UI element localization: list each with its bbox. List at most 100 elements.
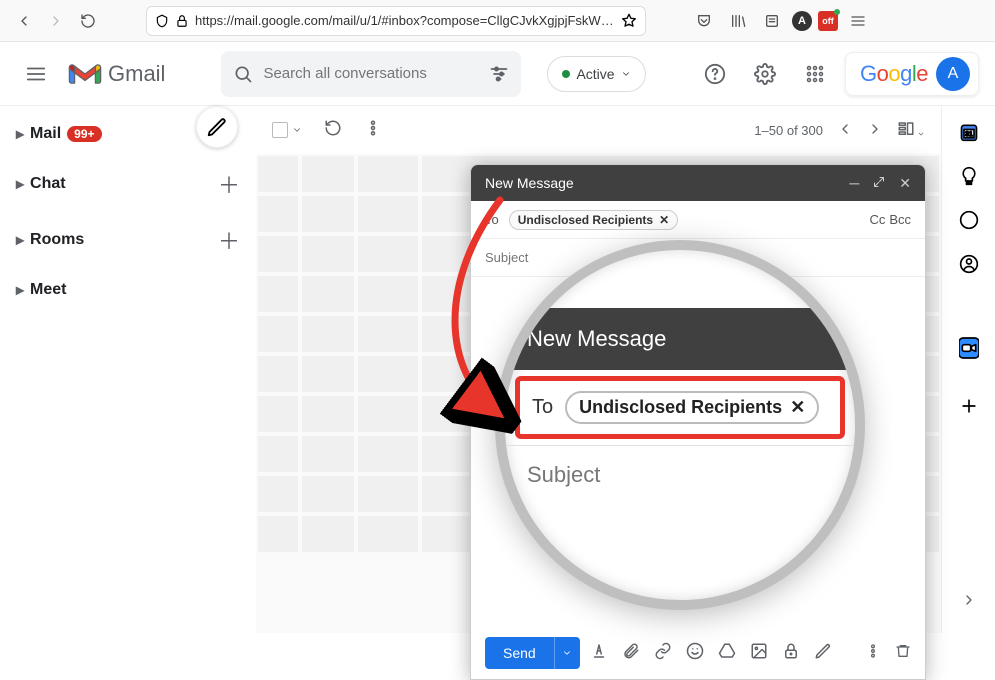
browser-toolbar: https://mail.google.com/mail/u/1/#inbox?… xyxy=(0,0,995,42)
search-box[interactable] xyxy=(221,51,521,97)
discard-icon[interactable] xyxy=(895,643,911,664)
expand-icon[interactable] xyxy=(873,175,885,192)
add-addon-button[interactable] xyxy=(959,396,979,416)
send-more-icon[interactable] xyxy=(554,637,580,669)
sidebar-item-meet[interactable]: ▸ Meet xyxy=(8,274,248,306)
library-icon[interactable] xyxy=(724,7,752,35)
keep-icon[interactable] xyxy=(959,166,979,186)
gmail-logo[interactable]: Gmail xyxy=(68,61,165,87)
sidebar-item-label: Rooms xyxy=(30,231,84,249)
forward-button[interactable] xyxy=(42,7,70,35)
zoom-addon-icon[interactable] xyxy=(959,338,979,358)
extension-badge[interactable]: off xyxy=(818,11,838,31)
emoji-icon[interactable] xyxy=(686,642,704,665)
main-menu-button[interactable] xyxy=(16,54,56,94)
collapse-panel-icon[interactable] xyxy=(961,592,977,613)
caret-icon: ▸ xyxy=(16,124,24,144)
sidebar-item-chat[interactable]: ▸ Chat ＋ xyxy=(8,162,248,206)
bcc-button[interactable]: Bcc xyxy=(889,212,911,227)
send-button[interactable]: Send xyxy=(485,637,580,669)
sidebar-item-label: Mail xyxy=(30,125,61,143)
drive-icon[interactable] xyxy=(718,642,736,665)
app-menu-button[interactable] xyxy=(844,7,872,35)
sidebar-item-label: Chat xyxy=(30,175,66,193)
side-panel: 31 xyxy=(941,106,995,633)
google-account-box[interactable]: Google A xyxy=(845,52,979,96)
address-bar[interactable]: https://mail.google.com/mail/u/1/#inbox?… xyxy=(146,6,646,36)
gmail-brand-text: Gmail xyxy=(108,61,165,87)
magnifier-overlay: New Message To Undisclosed Recipients ✕ … xyxy=(495,240,865,610)
checkbox-icon xyxy=(272,122,288,138)
pencil-icon xyxy=(206,116,228,138)
send-label: Send xyxy=(485,637,554,669)
close-icon[interactable]: ✕ xyxy=(899,175,911,192)
gmail-header: Gmail Active Google A xyxy=(0,42,995,106)
tasks-icon[interactable] xyxy=(959,210,979,230)
sidebar-item-rooms[interactable]: ▸ Rooms ＋ xyxy=(8,218,248,262)
magnifier-recipient-chip: Undisclosed Recipients ✕ xyxy=(565,391,819,424)
pocket-icon[interactable] xyxy=(690,7,718,35)
status-chip[interactable]: Active xyxy=(547,56,645,92)
sidebar-item-label: Meet xyxy=(30,281,66,299)
unread-badge: 99+ xyxy=(67,126,101,142)
link-icon[interactable] xyxy=(654,642,672,665)
caret-icon: ▸ xyxy=(16,230,24,250)
magnifier-title: New Message xyxy=(505,308,855,370)
magnifier-recipient: Undisclosed Recipients xyxy=(579,397,782,418)
search-options-icon[interactable] xyxy=(489,64,509,84)
cc-button[interactable]: Cc xyxy=(869,212,885,227)
magnifier-to-label: To xyxy=(532,396,553,419)
settings-button[interactable] xyxy=(745,54,785,94)
attach-icon[interactable] xyxy=(622,642,640,665)
reload-button[interactable] xyxy=(74,7,102,35)
compose-footer: Send xyxy=(471,627,925,679)
pen-icon[interactable] xyxy=(814,642,832,665)
contacts-icon[interactable] xyxy=(959,254,979,274)
status-dot-icon xyxy=(562,70,570,78)
more-button[interactable] xyxy=(364,119,382,142)
compose-button[interactable] xyxy=(196,106,238,148)
pager-text: 1–50 of 300 xyxy=(754,123,823,138)
to-label: To xyxy=(485,212,499,227)
back-button[interactable] xyxy=(10,7,38,35)
format-icon[interactable] xyxy=(590,642,608,665)
chevron-down-icon xyxy=(621,69,631,79)
magnifier-to-row: To Undisclosed Recipients ✕ xyxy=(515,376,845,439)
caret-icon: ▸ xyxy=(16,280,24,300)
status-label: Active xyxy=(576,66,614,82)
plus-icon[interactable]: ＋ xyxy=(218,168,240,200)
shield-icon xyxy=(155,14,169,28)
support-button[interactable] xyxy=(695,54,735,94)
close-icon: ✕ xyxy=(790,397,805,418)
refresh-button[interactable] xyxy=(324,119,342,142)
plus-icon[interactable]: ＋ xyxy=(218,224,240,256)
compose-to-row[interactable]: To Undisclosed Recipients ✕ Cc Bcc xyxy=(471,201,925,239)
sidebar: ▸ Mail 99+ ▸ Chat ＋ ▸ Rooms ＋ ▸ Meet xyxy=(0,106,256,633)
svg-text:31: 31 xyxy=(965,131,973,138)
chevron-down-icon xyxy=(292,125,302,135)
star-icon[interactable] xyxy=(621,13,637,29)
profile-avatar-small[interactable]: A xyxy=(792,11,812,31)
reader-icon[interactable] xyxy=(758,7,786,35)
more-options-icon[interactable] xyxy=(865,643,881,664)
search-input[interactable] xyxy=(263,65,479,82)
calendar-icon[interactable]: 31 xyxy=(959,122,979,142)
caret-icon: ▸ xyxy=(16,174,24,194)
pager-prev[interactable] xyxy=(837,121,853,140)
minimize-icon[interactable]: ─ xyxy=(849,175,859,192)
split-pane-button[interactable] xyxy=(897,120,925,141)
select-all[interactable] xyxy=(272,122,302,138)
apps-grid-button[interactable] xyxy=(795,54,835,94)
pager-next[interactable] xyxy=(867,121,883,140)
message-toolbar: 1–50 of 300 xyxy=(256,106,941,154)
remove-chip-icon[interactable]: ✕ xyxy=(659,213,669,227)
confidential-icon[interactable] xyxy=(782,642,800,665)
compose-title: New Message xyxy=(485,175,574,191)
account-avatar[interactable]: A xyxy=(936,57,970,91)
photo-icon[interactable] xyxy=(750,642,768,665)
recipient-name: Undisclosed Recipients xyxy=(518,213,653,227)
compose-header[interactable]: New Message ─ ✕ xyxy=(471,165,925,201)
search-icon xyxy=(233,64,253,84)
google-wordmark: Google xyxy=(860,61,928,87)
recipient-chip[interactable]: Undisclosed Recipients ✕ xyxy=(509,210,678,230)
